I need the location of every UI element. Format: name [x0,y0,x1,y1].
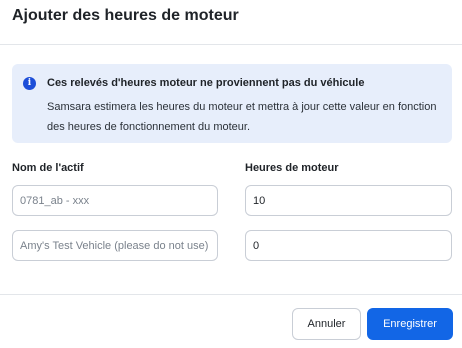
info-icon: i [23,77,36,90]
header-divider [0,44,462,45]
engine-hours-field[interactable] [245,230,452,261]
info-banner: i Ces relevés d'heures moteur ne provien… [12,64,452,143]
engine-hours-header: Heures de moteur [245,162,339,174]
dialog-title: Ajouter des heures de moteur [12,7,239,24]
banner-title: Ces relevés d'heures moteur ne provienne… [47,77,365,89]
footer-divider [0,294,462,295]
asset-name-header: Nom de l'actif [12,162,84,174]
asset-name-field[interactable] [12,185,218,216]
cancel-button[interactable]: Annuler [292,308,361,340]
save-button[interactable]: Enregistrer [367,308,453,340]
engine-hours-field[interactable] [245,185,452,216]
banner-text: Samsara estimera les heures du moteur et… [47,101,437,133]
add-engine-hours-dialog: Ajouter des heures de moteur i Ces relev… [0,0,462,348]
asset-name-field[interactable] [12,230,218,261]
